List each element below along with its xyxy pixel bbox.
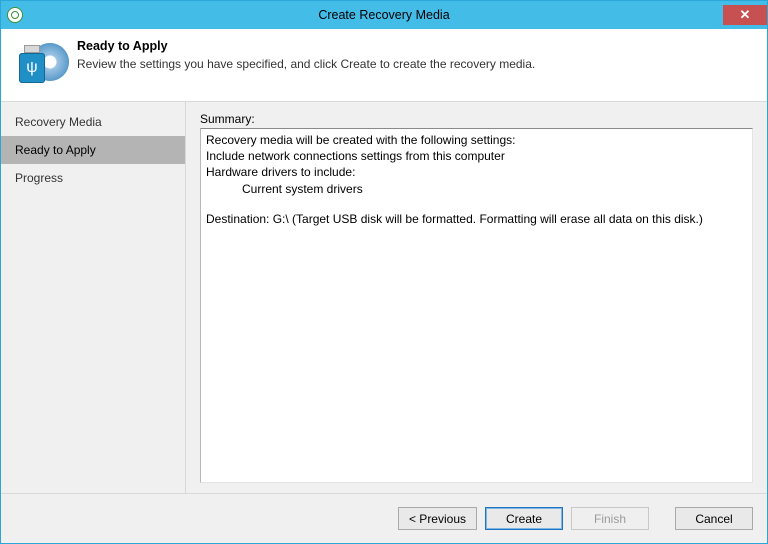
summary-line-indented: Current system drivers bbox=[206, 181, 747, 197]
header-text: Ready to Apply Review the settings you h… bbox=[77, 39, 535, 87]
wizard-footer: < Previous Create Finish Cancel bbox=[1, 493, 767, 543]
title-bar: Create Recovery Media ✕ bbox=[1, 1, 767, 29]
wizard-body: Recovery Media Ready to Apply Progress S… bbox=[1, 102, 767, 493]
recovery-media-icon: ψ bbox=[17, 39, 65, 87]
wizard-window: Create Recovery Media ✕ ψ Ready to Apply… bbox=[0, 0, 768, 544]
summary-line: Recovery media will be created with the … bbox=[206, 132, 747, 148]
sidebar-item-progress[interactable]: Progress bbox=[1, 164, 185, 192]
sidebar-item-label: Progress bbox=[15, 171, 63, 185]
summary-line: Destination: G:\ (Target USB disk will b… bbox=[206, 211, 747, 227]
create-button[interactable]: Create bbox=[485, 507, 563, 530]
previous-button[interactable]: < Previous bbox=[398, 507, 477, 530]
wizard-content: Summary: Recovery media will be created … bbox=[186, 102, 767, 493]
sidebar-item-recovery-media[interactable]: Recovery Media bbox=[1, 108, 185, 136]
wizard-header: ψ Ready to Apply Review the settings you… bbox=[1, 29, 767, 102]
sidebar-item-ready-to-apply[interactable]: Ready to Apply bbox=[1, 136, 185, 164]
close-button[interactable]: ✕ bbox=[723, 5, 767, 25]
window-title: Create Recovery Media bbox=[1, 8, 767, 22]
finish-button: Finish bbox=[571, 507, 649, 530]
summary-line: Include network connections settings fro… bbox=[206, 148, 747, 164]
summary-blank-line bbox=[206, 197, 747, 211]
app-icon bbox=[7, 7, 23, 23]
summary-textbox[interactable]: Recovery media will be created with the … bbox=[200, 128, 753, 483]
page-title: Ready to Apply bbox=[77, 39, 535, 53]
usb-drive-icon: ψ bbox=[15, 45, 49, 85]
sidebar-item-label: Ready to Apply bbox=[15, 143, 96, 157]
wizard-steps-sidebar: Recovery Media Ready to Apply Progress bbox=[1, 102, 186, 493]
sidebar-item-label: Recovery Media bbox=[15, 115, 102, 129]
close-icon: ✕ bbox=[740, 7, 751, 23]
cancel-button[interactable]: Cancel bbox=[675, 507, 753, 530]
summary-label: Summary: bbox=[200, 112, 753, 126]
page-subtitle: Review the settings you have specified, … bbox=[77, 57, 535, 71]
summary-line: Hardware drivers to include: bbox=[206, 164, 747, 180]
